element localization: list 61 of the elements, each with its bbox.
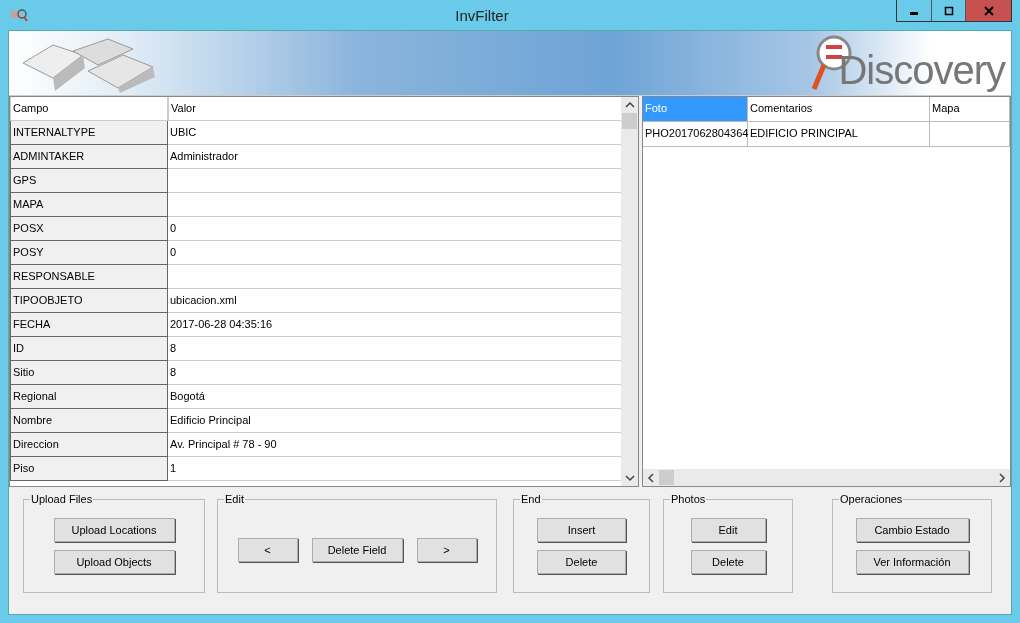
close-button[interactable]	[965, 0, 1011, 21]
field-value-cell[interactable]: 8	[168, 337, 621, 361]
action-button[interactable]: Upload Locations	[53, 517, 175, 542]
field-name-cell: GPS	[10, 169, 168, 193]
field-name-cell: INTERNALTYPE	[10, 121, 168, 145]
field-value-cell[interactable]: Edificio Principal	[168, 409, 621, 433]
scroll-thumb[interactable]	[622, 113, 637, 129]
action-button[interactable]: Cambio Estado	[855, 517, 969, 542]
action-button[interactable]: Edit	[690, 517, 766, 542]
action-button[interactable]: Insert	[537, 517, 626, 542]
field-name-cell: ID	[10, 337, 168, 361]
close-icon	[983, 5, 994, 16]
field-value-cell[interactable]: Administrador	[168, 145, 621, 169]
group-title: Edit	[224, 493, 245, 505]
field-name-cell: Sitio	[10, 361, 168, 385]
horizontal-scrollbar[interactable]	[643, 469, 1010, 486]
field-value-cell[interactable]: ubicacion.xml	[168, 289, 621, 313]
action-button[interactable]: <	[237, 537, 298, 562]
field-name-cell: MAPA	[10, 193, 168, 217]
field-name-cell: Nombre	[10, 409, 168, 433]
field-value-cell[interactable]: 0	[168, 241, 621, 265]
action-button[interactable]: >	[416, 537, 477, 562]
table-cell[interactable]: PHO2017062804364	[643, 122, 748, 147]
field-value-cell[interactable]: 1	[168, 457, 621, 481]
field-value-cell[interactable]: Av. Principal # 78 - 90	[168, 433, 621, 457]
action-button[interactable]: Upload Objects	[53, 549, 175, 574]
field-value-cell[interactable]: 0	[168, 217, 621, 241]
table-cell[interactable]: EDIFICIO PRINCIPAL	[748, 122, 930, 147]
field-value-cell[interactable]: Bogotá	[168, 385, 621, 409]
field-value-cell[interactable]: 8	[168, 361, 621, 385]
field-name-cell: POSY	[10, 241, 168, 265]
column-header[interactable]: Valor	[168, 97, 621, 121]
field-value-cell[interactable]: UBIC	[168, 121, 621, 145]
field-name-cell: POSX	[10, 217, 168, 241]
field-name-cell: FECHA	[10, 313, 168, 337]
action-button[interactable]: Ver Información	[855, 549, 969, 574]
field-value-cell[interactable]: 2017-06-28 04:35:16	[168, 313, 621, 337]
group-title: Operaciones	[839, 493, 904, 505]
group-title: End	[520, 493, 542, 505]
field-name-cell: Regional	[10, 385, 168, 409]
logo-text: Discovery	[838, 48, 1005, 93]
field-name-cell: Direccion	[10, 433, 168, 457]
action-button[interactable]: Delete	[537, 549, 626, 574]
vertical-scrollbar[interactable]	[621, 97, 638, 486]
field-name-cell: RESPONSABLE	[10, 265, 168, 289]
table-cell[interactable]	[930, 122, 1010, 147]
field-name-cell: ADMINTAKER	[10, 145, 168, 169]
window-title: InvFilter	[454, 6, 510, 24]
field-name-cell: TIPOOBJETO	[10, 289, 168, 313]
magnifier-icon	[10, 8, 28, 22]
action-button[interactable]: Delete	[690, 549, 766, 574]
action-button[interactable]: Delete Field	[311, 537, 403, 562]
column-header[interactable]: Mapa	[930, 97, 1010, 122]
field-name-cell: Piso	[10, 457, 168, 481]
scroll-thumb[interactable]	[659, 470, 674, 485]
group-title: Upload Files	[30, 493, 94, 505]
column-header[interactable]: Campo	[10, 97, 168, 121]
maximize-icon	[943, 5, 954, 16]
column-header[interactable]: Comentarios	[748, 97, 930, 122]
group-title: Photos	[670, 493, 707, 505]
minimize-icon	[910, 12, 918, 15]
